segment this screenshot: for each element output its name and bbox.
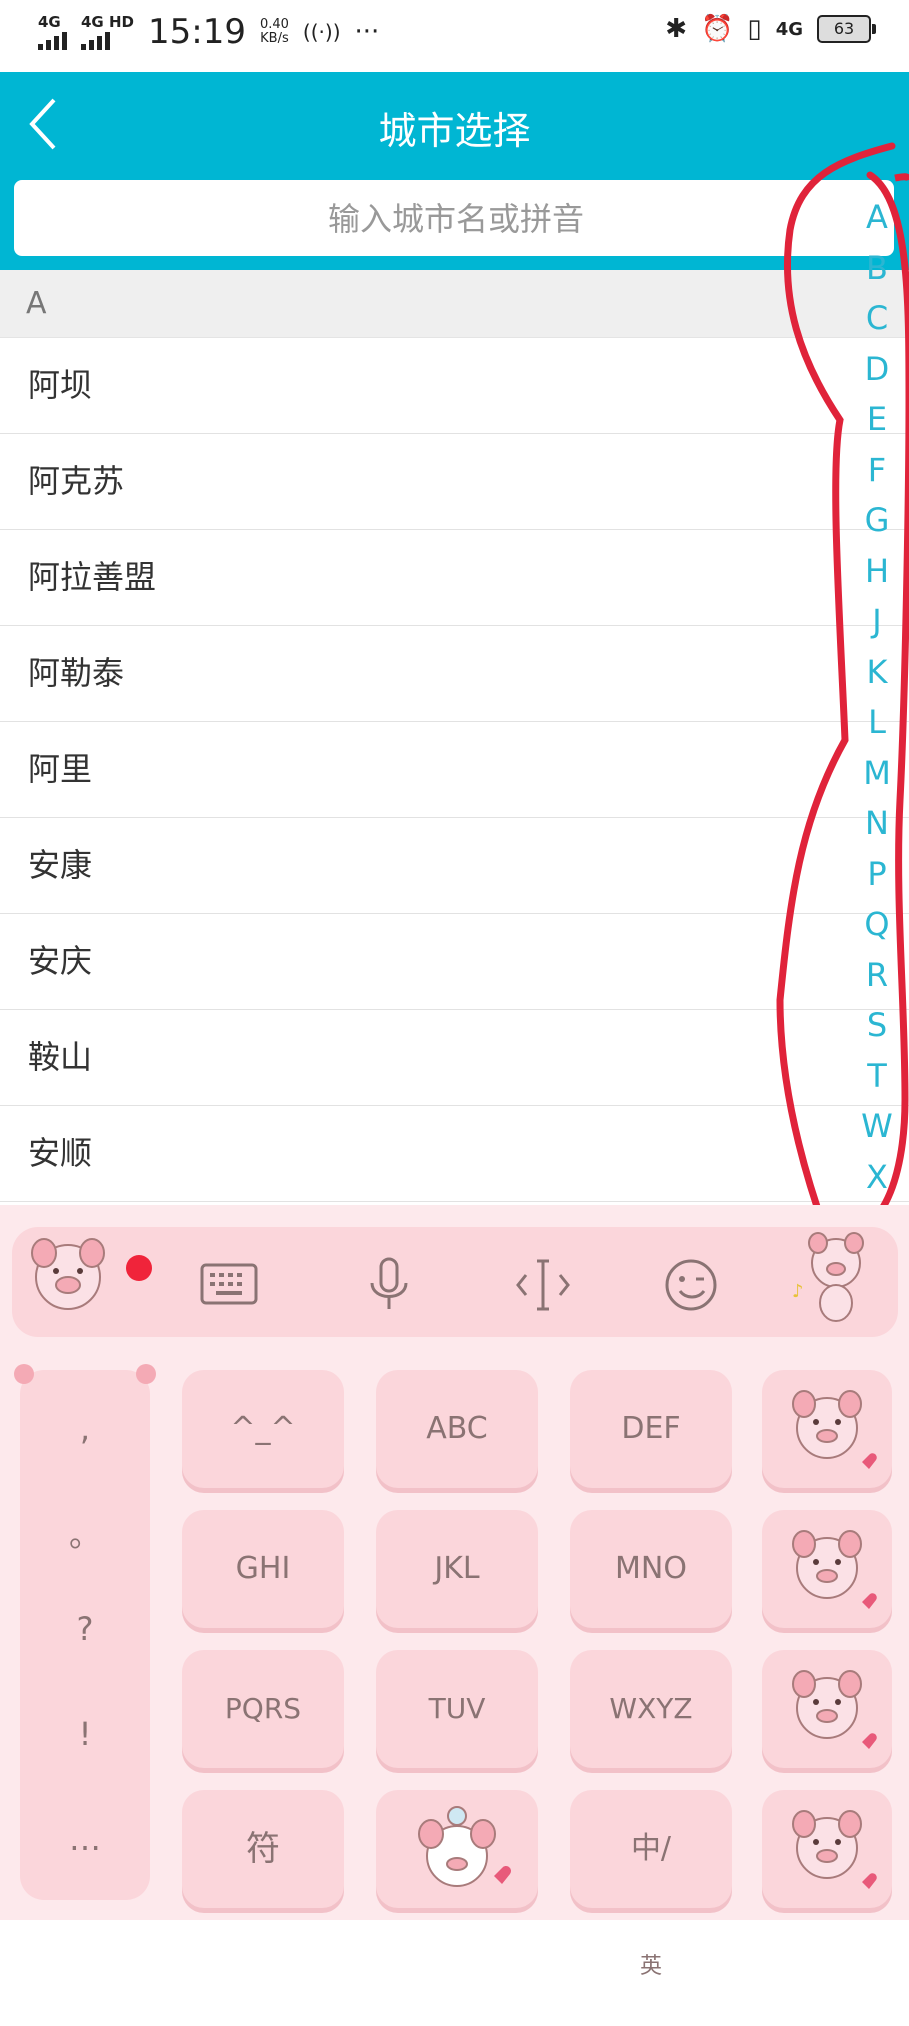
notification-dot (126, 1255, 152, 1281)
punc-question[interactable]: ? (20, 1610, 150, 1648)
battery-icon: 63 (817, 15, 876, 43)
page-title: 城市选择 (378, 109, 531, 153)
status-bar: 4G 4G HD 15:19 0.40 KB/s ((·)) ··· ✱ ⏰ ▯… (0, 0, 909, 72)
key-space[interactable] (376, 1790, 538, 1908)
key-mno[interactable]: MNO (570, 1510, 732, 1628)
network-4g-icon: 4G (775, 18, 803, 40)
index-letter[interactable]: X (855, 1152, 899, 1203)
index-letter[interactable]: S (855, 1000, 899, 1051)
pig-face-icon (762, 1650, 892, 1768)
key-tuv[interactable]: TUV (376, 1650, 538, 1768)
index-letter[interactable]: F (855, 445, 899, 496)
index-letter[interactable]: R (855, 950, 899, 1001)
list-item[interactable]: 阿里 (0, 722, 909, 818)
key-jkl[interactable]: JKL (376, 1510, 538, 1628)
key-pqrs[interactable]: PQRS (182, 1650, 344, 1768)
hotspot-icon: ((·)) (302, 20, 341, 44)
list-item[interactable]: 阿坝 (0, 338, 909, 434)
index-letter[interactable]: E (855, 394, 899, 445)
key-ghi[interactable]: GHI (182, 1510, 344, 1628)
pig-mascot-icon (31, 1238, 105, 1310)
keyboard: ♪ , 。 ? ! … ^_^ ABC DEF GHI JKL MNO PQRS… (0, 1205, 909, 1979)
pig-hearts-icon (762, 1510, 892, 1628)
header-bar: 城市选择 (0, 72, 909, 270)
key-wxyz[interactable]: WXYZ (570, 1650, 732, 1768)
punc-period[interactable]: 。 (20, 1510, 150, 1556)
punctuation-column[interactable]: , 。 ? ! … (14, 1364, 156, 1900)
dancing-pig-icon: ♪ (792, 1232, 864, 1322)
index-letter[interactable]: W (855, 1101, 899, 1152)
index-letter[interactable]: J (855, 596, 899, 647)
index-letter[interactable]: A (855, 192, 899, 243)
index-letter[interactable]: L (855, 697, 899, 748)
keyboard-icon[interactable] (198, 1257, 260, 1313)
list-item[interactable]: 阿克苏 (0, 434, 909, 530)
clock: 15:19 (147, 12, 246, 52)
key-abc[interactable]: ABC (376, 1370, 538, 1488)
list-item[interactable]: 阿拉善盟 (0, 530, 909, 626)
cursor-move-icon[interactable] (512, 1257, 574, 1313)
signal-1: 4G (38, 14, 67, 50)
index-letter[interactable]: N (855, 798, 899, 849)
alphabet-index[interactable]: A B C D E F G H J K L M N P Q R S T W X … (855, 192, 899, 1253)
pig-bath-icon (762, 1370, 892, 1488)
punc-ellipsis[interactable]: … (20, 1820, 150, 1858)
vibrate-icon: ▯ (747, 14, 762, 44)
city-list: 阿坝 阿克苏 阿拉善盟 阿勒泰 阿里 安康 安庆 鞍山 安顺 (0, 338, 909, 1202)
keyboard-toolbar: ♪ (12, 1227, 898, 1337)
search-box[interactable] (14, 180, 898, 258)
pig-mouse-friend-icon (762, 1790, 892, 1908)
svg-text:♪: ♪ (792, 1281, 804, 1302)
more-icon: ··· (354, 17, 380, 47)
key-symbols[interactable]: 符 (182, 1790, 344, 1908)
index-letter[interactable]: Q (855, 899, 899, 950)
key-language-switch[interactable]: 中/英 (570, 1790, 732, 1979)
index-letter[interactable]: G (855, 495, 899, 546)
index-letter[interactable]: K (855, 647, 899, 698)
list-item[interactable]: 鞍山 (0, 1010, 909, 1106)
key-def[interactable]: DEF (570, 1370, 732, 1488)
list-item[interactable]: 安顺 (0, 1106, 909, 1202)
index-letter[interactable]: H (855, 546, 899, 597)
emoji-icon[interactable] (660, 1257, 722, 1313)
list-item[interactable]: 阿勒泰 (0, 626, 909, 722)
index-letter[interactable]: M (855, 748, 899, 799)
bluetooth-icon: ✱ (665, 14, 687, 44)
microphone-icon[interactable] (358, 1257, 420, 1313)
list-item[interactable]: 安庆 (0, 914, 909, 1010)
pig-mouse-icon (418, 1806, 511, 1887)
list-item[interactable]: 安康 (0, 818, 909, 914)
index-letter[interactable]: D (855, 344, 899, 395)
index-letter[interactable]: T (855, 1051, 899, 1102)
index-letter[interactable]: B (855, 243, 899, 294)
section-header-a: A (0, 270, 909, 338)
punc-comma[interactable]: , (20, 1410, 150, 1448)
alarm-icon: ⏰ (701, 14, 734, 44)
search-input[interactable] (14, 180, 898, 258)
index-letter[interactable]: P (855, 849, 899, 900)
punc-exclaim[interactable]: ! (20, 1715, 150, 1753)
net-speed: 0.40 KB/s (259, 17, 289, 46)
key-emoticon[interactable]: ^_^ (182, 1370, 344, 1488)
index-letter[interactable]: C (855, 293, 899, 344)
signal-2: 4G HD (81, 14, 134, 50)
